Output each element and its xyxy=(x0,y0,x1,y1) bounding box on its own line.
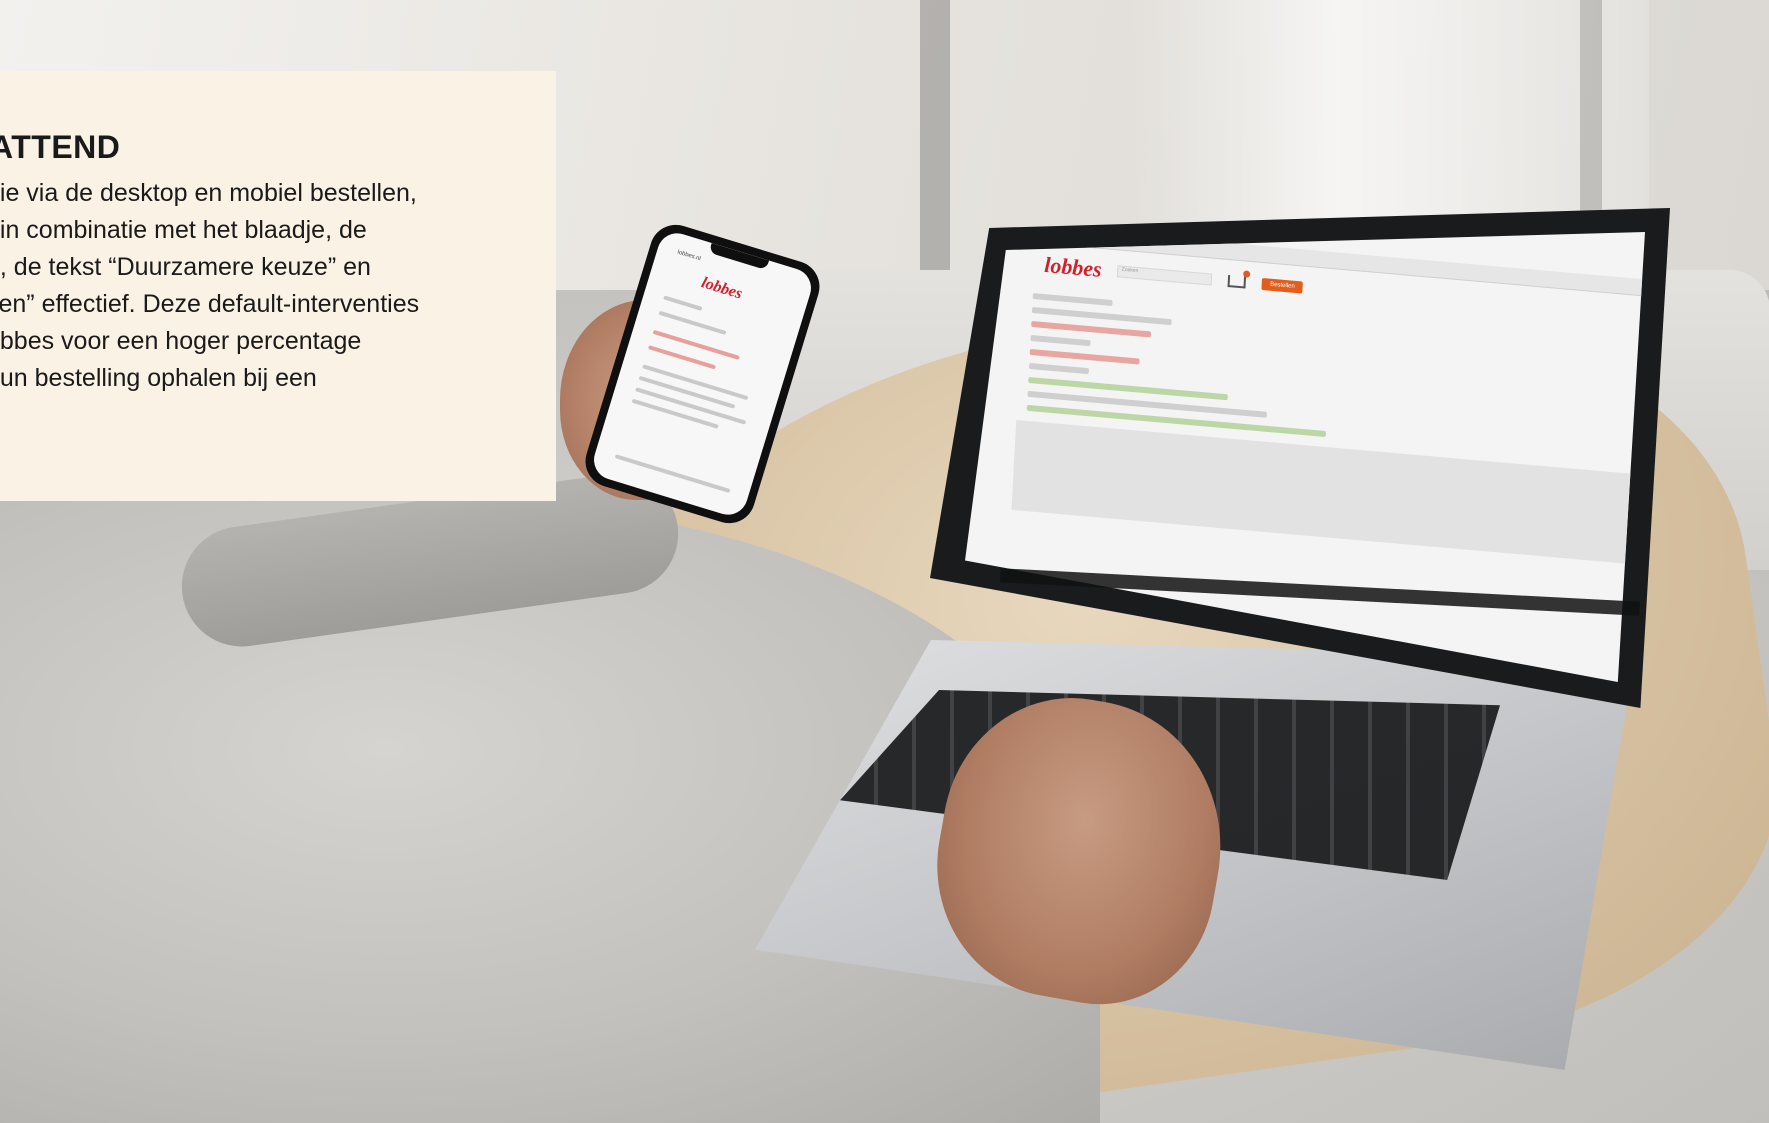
note-link[interactable] xyxy=(1031,320,1152,338)
phone-note-link[interactable] xyxy=(652,329,740,360)
country-select[interactable] xyxy=(1032,293,1113,306)
phone-lobbes-logo: lobbes xyxy=(699,274,745,303)
card-line: zen” effectief. Deze default-interventie… xyxy=(0,290,420,318)
cart-badge xyxy=(1243,270,1251,278)
phone-field[interactable] xyxy=(658,310,727,335)
shipping-heading xyxy=(1028,362,1090,375)
card-body: die via de desktop en mobiel bestellen, … xyxy=(0,175,556,434)
order-button[interactable]: Bestellen xyxy=(1261,277,1304,294)
invoice-link[interactable] xyxy=(1029,348,1140,365)
phone-country-select[interactable] xyxy=(663,295,703,311)
card-line: obbes voor een hoger percentage xyxy=(0,327,362,355)
phone-url-bar[interactable]: lobbes.nl xyxy=(677,249,702,262)
search-input[interactable]: Zoeken xyxy=(1117,265,1213,286)
pickup-panel xyxy=(1011,419,1635,564)
invoice-heading xyxy=(1030,334,1091,347)
phone-notch xyxy=(708,242,770,271)
text-card: ATTEND die via de desktop en mobiel best… xyxy=(0,71,556,501)
wall-pillar xyxy=(920,0,950,290)
card-line: die via de desktop en mobiel bestellen, xyxy=(0,179,417,207)
phone-nav-bar[interactable] xyxy=(614,454,731,494)
lobbes-logo: lobbes xyxy=(1043,251,1103,282)
cart-icon[interactable] xyxy=(1227,270,1251,289)
card-heading: ATTEND xyxy=(0,129,121,165)
card-line: n, de tekst “Duurzamere keuze” en xyxy=(0,253,371,281)
card-line: . xyxy=(0,397,556,434)
card-line: hun bestelling ophalen bij een xyxy=(0,364,317,392)
card-line: t in combinatie met het blaadje, de xyxy=(0,216,367,244)
